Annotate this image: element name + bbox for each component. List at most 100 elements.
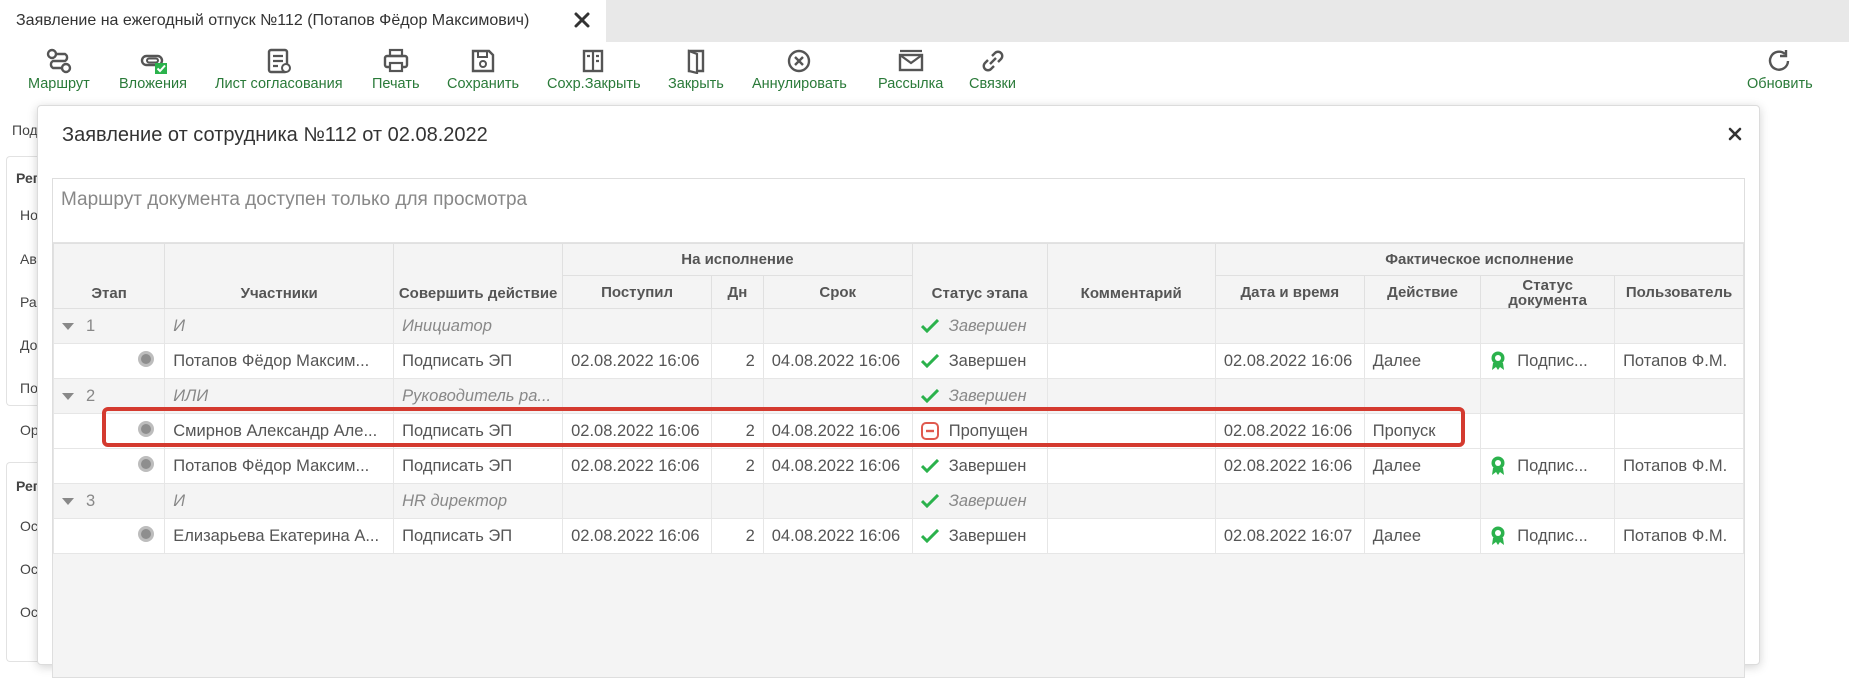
mailing-label: Рассылка	[878, 76, 944, 92]
save-close-button[interactable]: Сохр.Закрыть	[547, 48, 641, 92]
col-action[interactable]: Совершить действие	[393, 243, 564, 309]
stage-logic: И	[164, 308, 395, 344]
col-comment[interactable]: Комментарий	[1046, 243, 1216, 309]
route-label: Маршрут	[28, 76, 90, 92]
chevron-down-icon[interactable]	[62, 322, 74, 330]
close-label: Закрыть	[668, 76, 724, 92]
route-table: Этап Участники Совершить действие На исп…	[52, 243, 1745, 554]
deadline-date: 04.08.2022 16:06	[762, 343, 913, 379]
award-ribbon-icon	[1491, 456, 1505, 475]
fact-action: Далее	[1363, 343, 1482, 379]
stage-number: 2	[86, 386, 96, 405]
printer-icon	[383, 48, 408, 73]
check-icon	[920, 354, 939, 368]
print-button[interactable]: Печать	[372, 48, 420, 92]
participant-row[interactable]: Елизарьева Екатерина А... Подписать ЭП 0…	[52, 518, 1744, 554]
col-fact-action[interactable]: Действие	[1363, 275, 1482, 309]
chevron-down-icon[interactable]	[62, 497, 74, 505]
stage-row[interactable]: 1 И Инициатор Завершен	[52, 308, 1744, 344]
stage-cell[interactable]: 3	[52, 483, 166, 519]
stage-cell[interactable]: 2	[52, 378, 166, 414]
attachments-label: Вложения	[119, 76, 187, 92]
approval-sheet-button[interactable]: Лист согласования	[215, 48, 343, 92]
bg-label-11: Ос	[20, 604, 38, 620]
participant-action: Подписать ЭП	[393, 413, 564, 449]
annul-label: Аннулировать	[752, 76, 847, 92]
award-ribbon-icon	[1491, 526, 1505, 545]
deadline-date: 04.08.2022 16:06	[762, 448, 913, 484]
close-tab-icon[interactable]	[572, 10, 592, 30]
doc-status: Подпис...	[1517, 351, 1588, 370]
fact-action: Пропуск	[1363, 413, 1482, 449]
bg-label-10: Ос	[20, 561, 38, 577]
col-datetime[interactable]: Дата и время	[1214, 275, 1365, 309]
tab-strip: Заявление на ежегодный отпуск №112 (Пота…	[0, 0, 1849, 42]
stage-cell[interactable]: 1	[52, 308, 166, 344]
stage-logic: ИЛИ	[164, 378, 395, 414]
gear-icon	[138, 455, 155, 472]
comment-cell	[1046, 448, 1216, 484]
col-participants[interactable]: Участники	[164, 243, 395, 309]
save-button[interactable]: Сохранить	[447, 48, 519, 92]
doc-status: Подпис...	[1517, 526, 1588, 545]
stage-logic: И	[164, 483, 395, 519]
chevron-down-icon[interactable]	[62, 392, 74, 400]
check-icon	[920, 389, 939, 403]
col-stage-status[interactable]: Статус этапа	[911, 243, 1048, 309]
route-button[interactable]: Маршрут	[28, 48, 90, 92]
skip-minus-icon	[920, 422, 939, 440]
floppy-disk-icon	[471, 49, 495, 73]
stage-number: 1	[86, 316, 96, 335]
comment-cell	[1046, 518, 1216, 554]
stage-status: Завершен	[948, 491, 1027, 510]
bg-label-1: Рег	[16, 170, 39, 186]
bg-label-0: Под	[12, 122, 38, 138]
paperclip-icon	[140, 54, 167, 74]
col-stage[interactable]: Этап	[52, 243, 166, 309]
participant-name: Потапов Фёдор Максим...	[164, 343, 395, 379]
bg-label-7: Ор	[20, 422, 39, 438]
participant-row[interactable]: Потапов Фёдор Максим... Подписать ЭП 02.…	[52, 343, 1744, 379]
close-button[interactable]: Закрыть	[668, 48, 724, 92]
group-actual: Фактическое исполнение	[1214, 243, 1745, 276]
links-button[interactable]: Связки	[969, 48, 1016, 92]
route-panel: Маршрут документа доступен только для пр…	[52, 178, 1745, 678]
toolbar: Маршрут Вложения Лист согласования Печат…	[0, 42, 1849, 104]
stage-number: 3	[86, 491, 96, 510]
route-icon	[46, 48, 72, 74]
fact-user: Потапов Ф.М.	[1614, 448, 1744, 484]
readonly-caption: Маршрут документа доступен только для пр…	[53, 179, 1744, 243]
attachments-button[interactable]: Вложения	[119, 48, 187, 92]
received-date: 02.08.2022 16:06	[562, 518, 713, 554]
received-date: 02.08.2022 16:06	[562, 448, 713, 484]
stage-row[interactable]: 2 ИЛИ Руководитель ра... Завершен	[52, 378, 1744, 414]
participant-name: Елизарьева Екатерина А...	[164, 518, 395, 554]
col-received[interactable]: Поступил	[562, 275, 713, 309]
print-label: Печать	[372, 76, 420, 92]
tab-document[interactable]: Заявление на ежегодный отпуск №112 (Пота…	[0, 0, 606, 42]
participant-action: Подписать ЭП	[393, 343, 564, 379]
award-ribbon-icon	[1491, 351, 1505, 370]
door-icon	[687, 49, 705, 74]
received-date: 02.08.2022 16:06	[562, 413, 713, 449]
mailing-button[interactable]: Рассылка	[878, 48, 943, 92]
stage-row[interactable]: 3 И HR директор Завершен	[52, 483, 1744, 519]
refresh-button[interactable]: Обновить	[1747, 48, 1813, 92]
days-count: 2	[711, 448, 764, 484]
stage-role: HR директор	[393, 483, 564, 519]
group-execution: На исполнение	[562, 243, 913, 276]
participant-row[interactable]: Потапов Фёдор Максим... Подписать ЭП 02.…	[52, 448, 1744, 484]
route-modal: Заявление от сотрудника №112 от 02.08.20…	[37, 105, 1760, 678]
col-deadline[interactable]: Срок	[762, 275, 913, 309]
participant-row[interactable]: Смирнов Александр Але... Подписать ЭП 02…	[52, 413, 1744, 449]
col-user[interactable]: Пользователь	[1614, 275, 1744, 309]
check-icon	[920, 319, 939, 333]
gear-icon	[138, 420, 155, 437]
close-icon[interactable]	[1725, 124, 1745, 144]
col-days[interactable]: Дн	[711, 275, 764, 309]
participant-action: Подписать ЭП	[393, 518, 564, 554]
annul-button[interactable]: Аннулировать	[752, 48, 847, 92]
col-doc-status[interactable]: Статус документа	[1480, 275, 1616, 309]
fact-user	[1614, 413, 1744, 449]
fact-action: Далее	[1363, 448, 1482, 484]
